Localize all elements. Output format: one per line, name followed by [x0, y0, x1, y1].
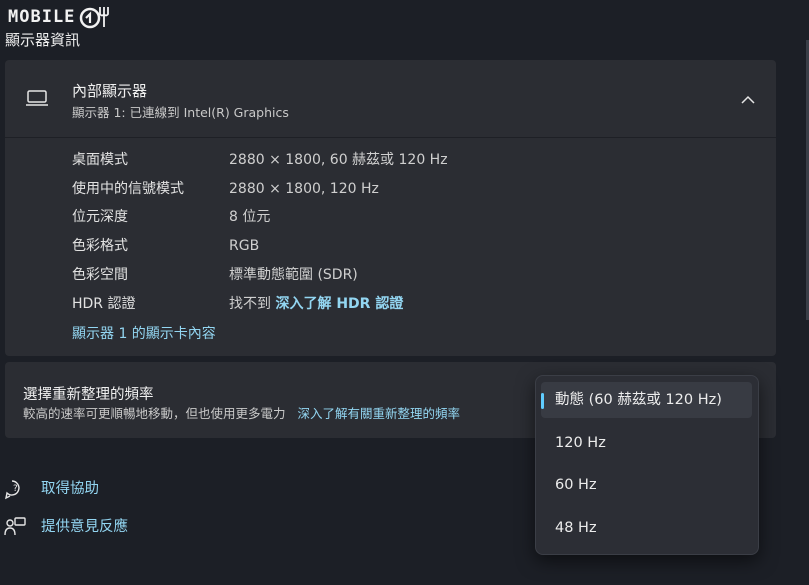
get-help-label: 取得協助 [41, 481, 99, 497]
info-label: HDR 認證 [72, 296, 136, 312]
display-adapter-properties-link[interactable]: 顯示器 1 的顯示卡內容 [72, 323, 216, 343]
selected-indicator [541, 393, 544, 409]
svg-text:?: ? [13, 484, 18, 494]
info-label: 使用中的信號模式 [72, 181, 184, 197]
display-card-header[interactable]: 內部顯示器 顯示器 1: 已連線到 Intel(R) Graphics [5, 60, 776, 138]
refresh-rate-title: 選擇重新整理的頻率 [23, 387, 154, 403]
info-label: 桌面模式 [72, 152, 128, 168]
collapse-button[interactable] [735, 86, 761, 112]
refresh-option-dynamic[interactable]: 動態 (60 赫茲或 120 Hz) [541, 382, 752, 418]
info-value: RGB [229, 238, 260, 254]
info-label: 位元深度 [72, 209, 128, 225]
refresh-rate-dropdown-menu: 動態 (60 赫茲或 120 Hz) 120 Hz 60 Hz 48 Hz [535, 375, 759, 555]
hdr-learn-more-link[interactable]: 深入了解 HDR 認證 [275, 296, 403, 312]
refresh-option-label: 120 Hz [555, 435, 606, 451]
refresh-option-label: 60 Hz [555, 477, 597, 493]
display-info-card: 內部顯示器 顯示器 1: 已連線到 Intel(R) Graphics 桌面模式… [5, 60, 776, 356]
info-label: 色彩格式 [72, 238, 128, 254]
info-value: 標準動態範圍 (SDR) [229, 267, 358, 283]
give-feedback-label: 提供意見反應 [41, 519, 128, 535]
give-feedback-link[interactable]: 提供意見反應 [4, 515, 128, 539]
info-value: 找不到 深入了解 HDR 認證 [229, 293, 403, 315]
help-icon: ? [5, 480, 20, 500]
refresh-option-120hz[interactable]: 120 Hz [541, 425, 752, 461]
hdr-status: 找不到 [229, 296, 271, 312]
refresh-rate-learn-more-link[interactable]: 深入了解有關重新整理的頻率 [298, 406, 461, 421]
info-value: 8 位元 [229, 209, 271, 225]
logo-text: MOBILE [8, 7, 76, 27]
refresh-option-60hz[interactable]: 60 Hz [541, 467, 752, 503]
refresh-rate-description: 較高的速率可更順暢地移動，但也使用更多電力 深入了解有關重新整理的頻率 [23, 403, 460, 422]
chevron-up-icon [741, 95, 755, 104]
refresh-option-label: 動態 (60 赫茲或 120 Hz) [555, 392, 722, 408]
mobile01-logo: MOBILE [8, 4, 111, 30]
logo-mark-icon [80, 7, 110, 29]
page-title: 顯示器資訊 [5, 31, 81, 49]
feedback-icon [4, 517, 26, 536]
refresh-rate-description-text: 較高的速率可更順暢地移動，但也使用更多電力 [23, 406, 286, 421]
info-value: 2880 × 1800, 120 Hz [229, 181, 379, 197]
display-name: 內部顯示器 [72, 82, 148, 100]
laptop-monitor-icon [26, 90, 48, 106]
info-value: 2880 × 1800, 60 赫茲或 120 Hz [229, 152, 448, 168]
refresh-option-label: 48 Hz [555, 520, 597, 536]
refresh-option-48hz[interactable]: 48 Hz [541, 510, 752, 546]
display-subtitle: 顯示器 1: 已連線到 Intel(R) Graphics [72, 105, 289, 120]
get-help-link[interactable]: ? 取得協助 [4, 477, 99, 501]
info-label: 色彩空間 [72, 267, 128, 283]
